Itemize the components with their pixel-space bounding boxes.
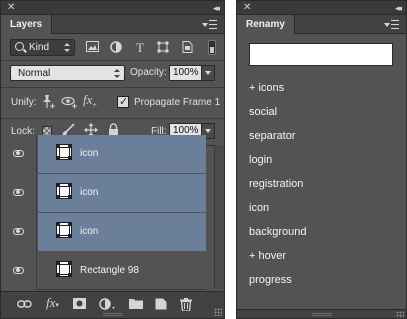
resize-grip-icon[interactable] bbox=[396, 311, 404, 318]
visibility-toggle[interactable] bbox=[1, 135, 37, 173]
blend-row: Normal Opacity: 100% bbox=[1, 62, 224, 84]
preset-item[interactable]: registration bbox=[249, 178, 303, 190]
layer-style-icon[interactable]: fx▾ bbox=[46, 296, 59, 312]
layer-name[interactable]: icon bbox=[80, 148, 98, 159]
layer-row[interactable]: icon bbox=[1, 135, 206, 173]
delete-layer-icon[interactable] bbox=[180, 298, 192, 314]
resize-grip-icon[interactable] bbox=[214, 308, 222, 316]
panel-menu-icon[interactable] bbox=[202, 19, 218, 30]
search-icon bbox=[15, 42, 24, 51]
tab-layers[interactable]: Layers bbox=[1, 15, 53, 34]
preset-item[interactable]: login bbox=[249, 154, 272, 166]
filter-toggle-switch[interactable] bbox=[208, 40, 216, 55]
eye-icon bbox=[13, 150, 24, 157]
visibility-toggle[interactable] bbox=[1, 252, 37, 290]
layers-panel: ✕ ◂◂ Layers Kind T Normal Opacity: 100% … bbox=[0, 0, 225, 319]
filter-smart-object-icon[interactable] bbox=[180, 41, 194, 54]
propagate-label: Propagate Frame 1 bbox=[134, 97, 221, 108]
layer-name[interactable]: icon bbox=[80, 187, 98, 198]
opacity-input[interactable]: 100% bbox=[169, 65, 202, 81]
layer-body[interactable]: icon bbox=[38, 213, 206, 251]
filter-pixel-icon[interactable] bbox=[85, 41, 99, 54]
layer-name[interactable]: Rectangle 98 bbox=[80, 265, 139, 276]
propagate-checkbox[interactable] bbox=[117, 95, 129, 108]
layer-thumbnail bbox=[56, 261, 72, 277]
collapse-icon[interactable]: ◂◂ bbox=[213, 1, 220, 15]
layer-thumbnail bbox=[56, 183, 72, 199]
renamy-bottom-bar bbox=[237, 309, 406, 318]
tab-renamy[interactable]: Renamy bbox=[237, 15, 295, 34]
layer-thumbnail bbox=[56, 144, 72, 160]
renamy-titlebar: ✕ ◂◂ bbox=[237, 1, 406, 15]
layer-body[interactable]: icon bbox=[38, 174, 206, 212]
preset-item[interactable]: social bbox=[249, 106, 277, 118]
renamy-panel: ✕ ◂◂ Renamy + icons social separator log… bbox=[236, 0, 407, 319]
unify-row: Unify: fx+ Propagate Frame 1 bbox=[1, 90, 224, 116]
layer-list: icon icon icon Rectangle 98 bbox=[1, 135, 214, 290]
rename-input[interactable] bbox=[249, 43, 393, 66]
layer-list-scrollbar[interactable] bbox=[214, 145, 224, 289]
new-adjustment-icon[interactable] bbox=[99, 298, 117, 314]
preset-item[interactable]: background bbox=[249, 226, 307, 238]
preset-item[interactable]: progress bbox=[249, 274, 292, 286]
filter-shape-icon[interactable] bbox=[156, 41, 170, 54]
unify-visibility-icon[interactable] bbox=[61, 95, 78, 113]
divider bbox=[1, 60, 224, 61]
eye-icon bbox=[13, 189, 24, 196]
panel-drag-grip[interactable] bbox=[102, 313, 123, 316]
link-layers-icon[interactable] bbox=[17, 298, 32, 313]
layer-name[interactable]: icon bbox=[80, 226, 98, 237]
unify-style-label: fx bbox=[83, 92, 93, 107]
layer-row[interactable]: icon bbox=[1, 174, 206, 212]
select-arrows-icon bbox=[114, 69, 120, 79]
layers-bottom-bar: fx▾ bbox=[1, 291, 224, 318]
panel-menu-icon[interactable] bbox=[384, 19, 400, 30]
select-arrows-icon bbox=[64, 43, 70, 53]
layer-row[interactable]: Rectangle 98 bbox=[1, 252, 206, 290]
filter-type-icon[interactable]: T bbox=[133, 41, 147, 54]
blend-mode-value: Normal bbox=[18, 68, 51, 79]
layer-row[interactable]: icon bbox=[1, 213, 206, 251]
eye-icon bbox=[13, 267, 24, 274]
opacity-label: Opacity: bbox=[130, 67, 167, 78]
add-mask-icon[interactable] bbox=[73, 298, 86, 312]
new-group-icon[interactable] bbox=[129, 298, 143, 312]
preset-item[interactable]: separator bbox=[249, 130, 295, 142]
close-icon[interactable]: ✕ bbox=[243, 1, 251, 15]
layer-style-label: fx bbox=[46, 295, 56, 310]
opacity-dropdown-button[interactable] bbox=[201, 65, 215, 81]
close-icon[interactable]: ✕ bbox=[7, 1, 15, 15]
layers-titlebar: ✕ ◂◂ bbox=[1, 1, 224, 15]
unify-position-icon[interactable] bbox=[41, 94, 56, 114]
preset-item[interactable]: + icons bbox=[249, 82, 284, 94]
eye-icon bbox=[13, 228, 24, 235]
divider bbox=[1, 87, 224, 88]
filter-adjustment-icon[interactable] bbox=[109, 41, 123, 54]
visibility-toggle[interactable] bbox=[1, 174, 37, 212]
layer-body[interactable]: Rectangle 98 bbox=[38, 252, 206, 290]
layer-thumbnail bbox=[56, 222, 72, 238]
panel-drag-grip[interactable] bbox=[311, 313, 332, 316]
layers-tabrow: Layers bbox=[1, 15, 224, 34]
renamy-tabrow: Renamy bbox=[237, 15, 406, 34]
unify-label: Unify: bbox=[11, 97, 37, 108]
divider bbox=[1, 118, 224, 119]
new-layer-icon[interactable] bbox=[155, 298, 167, 313]
filter-row: Kind T bbox=[1, 37, 224, 59]
collapse-icon[interactable]: ◂◂ bbox=[395, 1, 402, 15]
preset-item[interactable]: + hover bbox=[249, 250, 286, 262]
filter-kind-label: Kind bbox=[29, 42, 50, 53]
visibility-toggle[interactable] bbox=[1, 213, 37, 251]
preset-item[interactable]: icon bbox=[249, 202, 269, 214]
unify-style-icon[interactable]: fx+ bbox=[83, 93, 97, 113]
layer-body[interactable]: icon bbox=[38, 135, 206, 173]
filter-kind-select[interactable]: Kind bbox=[10, 39, 75, 56]
blend-mode-select[interactable]: Normal bbox=[10, 65, 125, 81]
